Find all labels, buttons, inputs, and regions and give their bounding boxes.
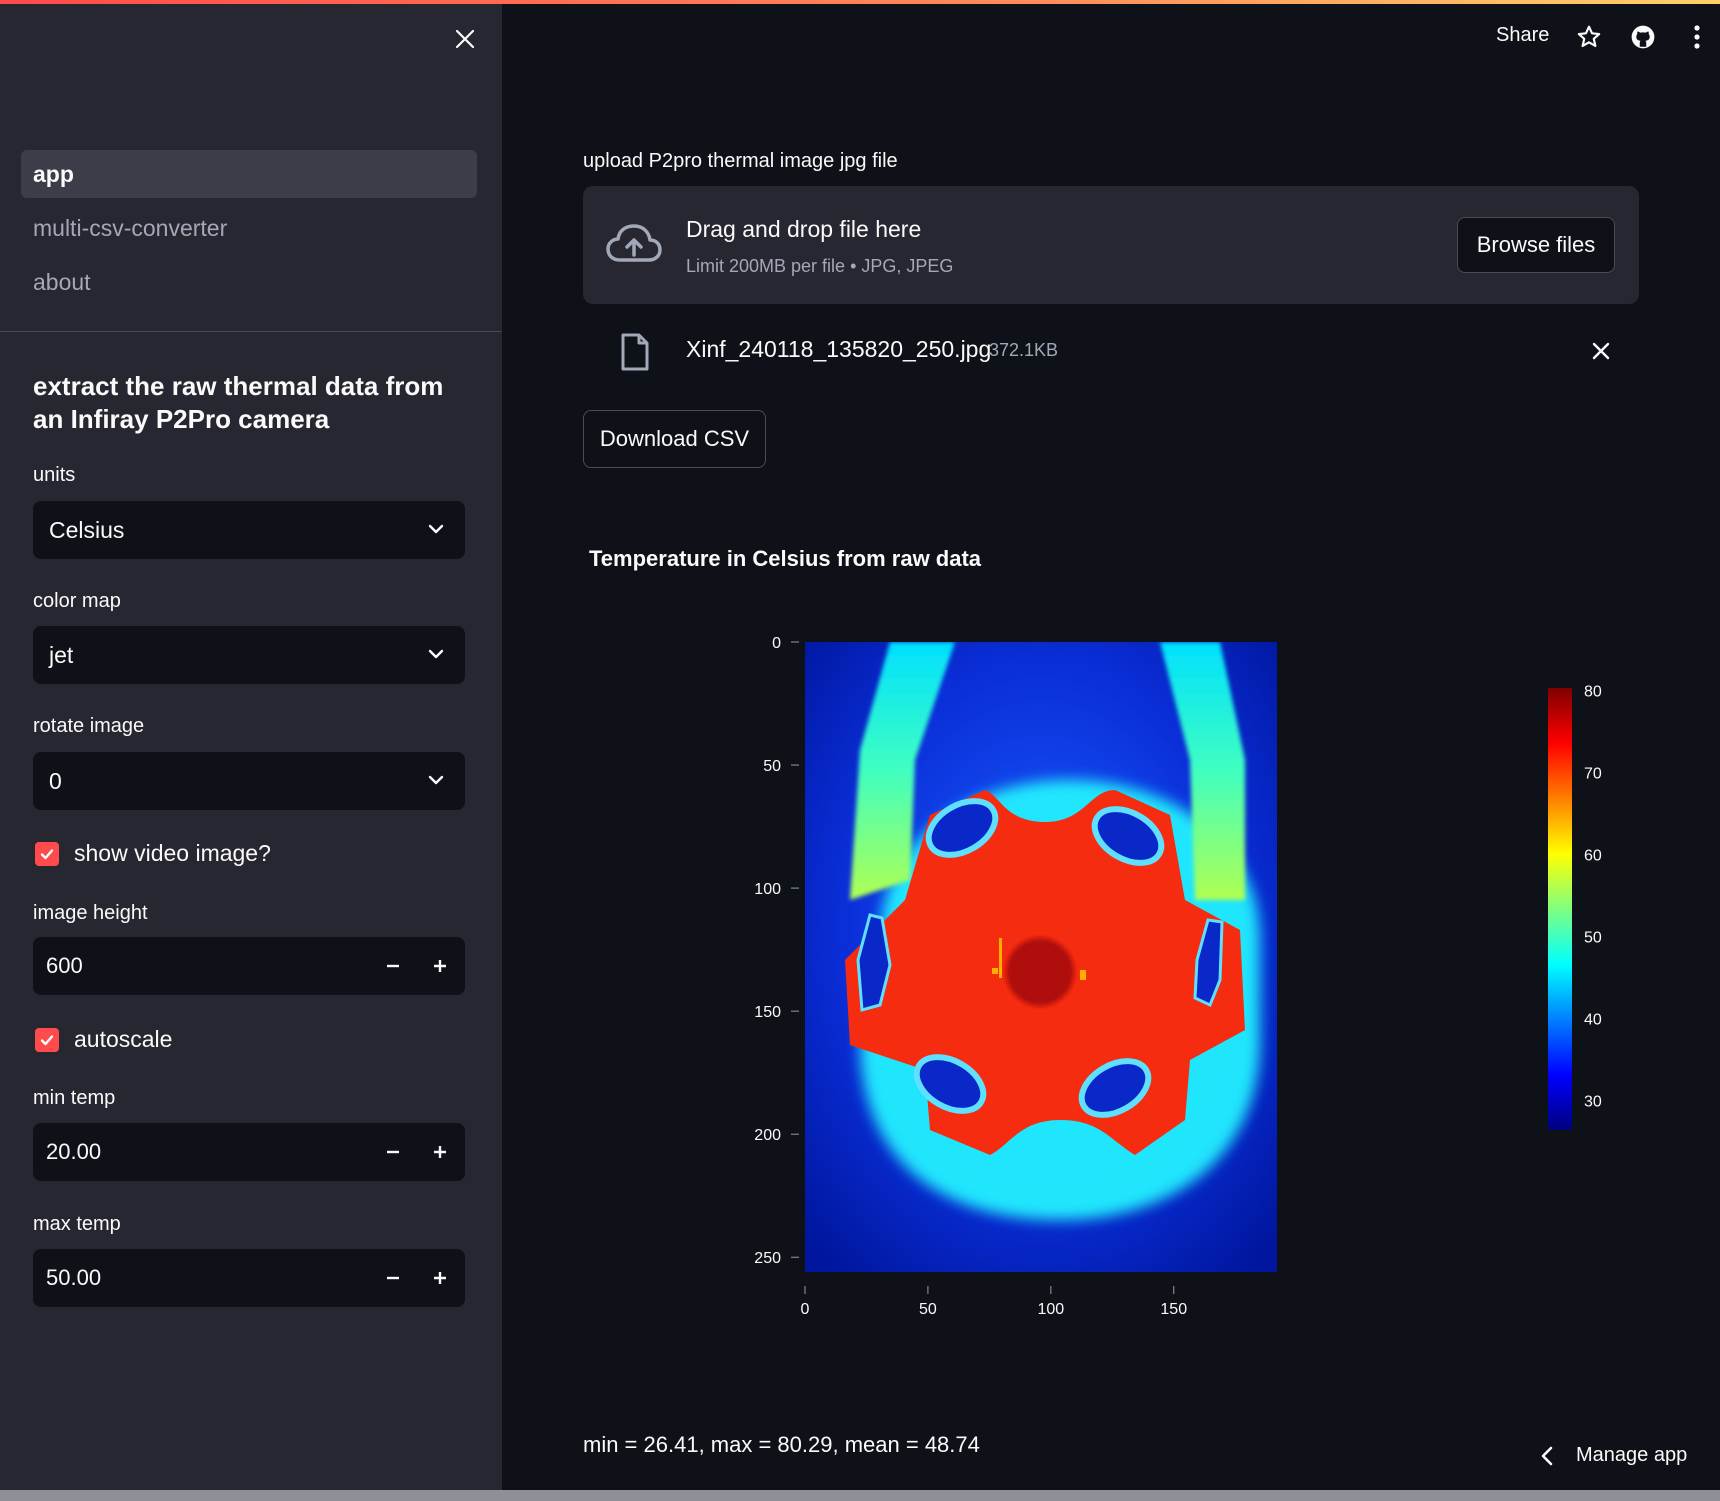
plus-icon xyxy=(434,1272,446,1284)
github-icon xyxy=(1631,25,1655,49)
download-csv-button[interactable]: Download CSV xyxy=(583,410,766,468)
image-height-value[interactable]: 600 xyxy=(46,937,83,995)
heatmap-chart[interactable]: 0 50 100 150 200 250 0 50 100 150 30 40 50 60 70 80 xyxy=(700,600,1620,1340)
y-tick-label: 100 xyxy=(754,881,781,898)
manage-app-button[interactable]: Manage app xyxy=(1540,1444,1687,1467)
main-menu-button[interactable] xyxy=(1682,22,1712,52)
y-tick-label: 150 xyxy=(754,1004,781,1021)
remove-file-button[interactable] xyxy=(1586,336,1616,366)
rotate-image-select[interactable]: 0 xyxy=(33,752,465,810)
colorbar-tick-label: 40 xyxy=(1584,1012,1602,1029)
x-tick-label: 0 xyxy=(801,1301,810,1318)
sidebar-item-app[interactable]: app xyxy=(21,150,477,198)
max-temp-increment-button[interactable] xyxy=(420,1258,460,1298)
checkbox-checked-icon[interactable] xyxy=(35,1027,59,1052)
manage-app-label: Manage app xyxy=(1576,1444,1688,1466)
max-temp-decrement-button[interactable] xyxy=(373,1258,413,1298)
cloud-upload-icon xyxy=(606,224,662,262)
x-tick-label: 150 xyxy=(1160,1301,1187,1318)
rotate-image-label: rotate image xyxy=(33,715,145,737)
uploaded-file-name: Xinf_240118_135820_250.jpg xyxy=(686,336,992,362)
image-height-decrement-button[interactable] xyxy=(373,946,413,986)
minus-icon xyxy=(387,1276,399,1280)
colorbar: 30 40 50 60 70 80 xyxy=(1548,683,1602,1130)
min-temp-increment-button[interactable] xyxy=(420,1132,460,1172)
color-map-value: jet xyxy=(49,641,74,668)
dropzone-instruction: Drag and drop file here xyxy=(686,216,922,242)
units-select[interactable]: Celsius xyxy=(33,501,465,559)
heatmap-image xyxy=(805,642,1277,1272)
autoscale-checkbox[interactable]: autoscale xyxy=(35,1026,172,1053)
min-temp-input[interactable]: 20.00 xyxy=(33,1123,465,1181)
rotate-image-value: 0 xyxy=(49,767,62,794)
browse-files-button[interactable]: Browse files xyxy=(1457,217,1615,273)
image-height-label: image height xyxy=(33,902,148,924)
close-icon xyxy=(455,29,475,49)
file-dropzone[interactable]: Drag and drop file here Limit 200MB per … xyxy=(583,186,1639,304)
max-temp-label: max temp xyxy=(33,1213,121,1235)
top-decoration-bar xyxy=(0,0,1720,4)
sidebar-nav: app multi-csv-converter about xyxy=(21,150,477,312)
sidebar: app multi-csv-converter about extract th… xyxy=(0,0,502,1501)
color-map-label: color map xyxy=(33,590,121,612)
y-tick-label: 250 xyxy=(754,1250,781,1267)
chevron-down-icon xyxy=(428,775,444,785)
uploaded-file-size: 372.1KB xyxy=(989,340,1059,360)
colorbar-tick-label: 50 xyxy=(1584,929,1602,946)
y-tick-label: 50 xyxy=(763,758,781,775)
close-sidebar-button[interactable] xyxy=(450,24,480,54)
sidebar-divider xyxy=(0,331,502,332)
y-tick-label: 0 xyxy=(772,635,781,652)
colorbar-tick-label: 70 xyxy=(1584,765,1602,782)
dropzone-limit-text: Limit 200MB per file • JPG, JPEG xyxy=(686,256,954,276)
plot-title: Temperature in Celsius from raw data xyxy=(589,546,982,571)
x-tick-label: 100 xyxy=(1037,1301,1064,1318)
color-map-select[interactable]: jet xyxy=(33,626,465,684)
sidebar-title: extract the raw thermal data from an Inf… xyxy=(33,371,444,434)
colorbar-tick-label: 60 xyxy=(1584,847,1602,864)
star-icon xyxy=(1577,25,1601,48)
github-button[interactable] xyxy=(1628,22,1658,52)
more-vertical-icon xyxy=(1694,25,1700,49)
chevron-down-icon xyxy=(428,649,444,659)
min-temp-value[interactable]: 20.00 xyxy=(46,1123,101,1181)
image-height-input[interactable]: 600 xyxy=(33,937,465,995)
sidebar-item-about[interactable]: about xyxy=(21,258,477,306)
share-button[interactable]: Share xyxy=(1496,24,1549,47)
image-height-increment-button[interactable] xyxy=(420,946,460,986)
minus-icon xyxy=(387,1150,399,1154)
plus-icon xyxy=(434,1146,446,1158)
upload-label: upload P2pro thermal image jpg file xyxy=(583,150,898,172)
sidebar-item-multi-csv-converter[interactable]: multi-csv-converter xyxy=(21,204,477,252)
units-label: units xyxy=(33,464,76,486)
checkbox-checked-icon[interactable] xyxy=(35,841,59,866)
file-icon xyxy=(621,333,649,371)
units-value: Celsius xyxy=(49,516,125,543)
show-video-checkbox[interactable]: show video image? xyxy=(35,840,271,867)
bottom-strip xyxy=(0,1490,1720,1501)
stats-text: min = 26.41, max = 80.29, mean = 48.74 xyxy=(583,1432,980,1457)
chevron-left-icon xyxy=(1541,1446,1553,1465)
chevron-down-icon xyxy=(428,524,444,534)
min-temp-label: min temp xyxy=(33,1087,116,1109)
colorbar-scale xyxy=(1548,688,1572,1130)
uploaded-file-row: Xinf_240118_135820_250.jpg 372.1KB xyxy=(583,326,1639,376)
close-icon xyxy=(1592,342,1610,360)
show-video-label: show video image? xyxy=(74,840,271,866)
max-temp-input[interactable]: 50.00 xyxy=(33,1249,465,1307)
y-tick-label: 200 xyxy=(754,1127,781,1144)
star-button[interactable] xyxy=(1574,22,1604,52)
colorbar-tick-label: 30 xyxy=(1584,1094,1602,1111)
minus-icon xyxy=(387,964,399,968)
max-temp-value[interactable]: 50.00 xyxy=(46,1249,101,1307)
autoscale-label: autoscale xyxy=(74,1026,173,1052)
plus-icon xyxy=(434,960,446,972)
x-tick-label: 50 xyxy=(919,1301,937,1318)
min-temp-decrement-button[interactable] xyxy=(373,1132,413,1172)
colorbar-tick-label: 80 xyxy=(1584,683,1602,700)
